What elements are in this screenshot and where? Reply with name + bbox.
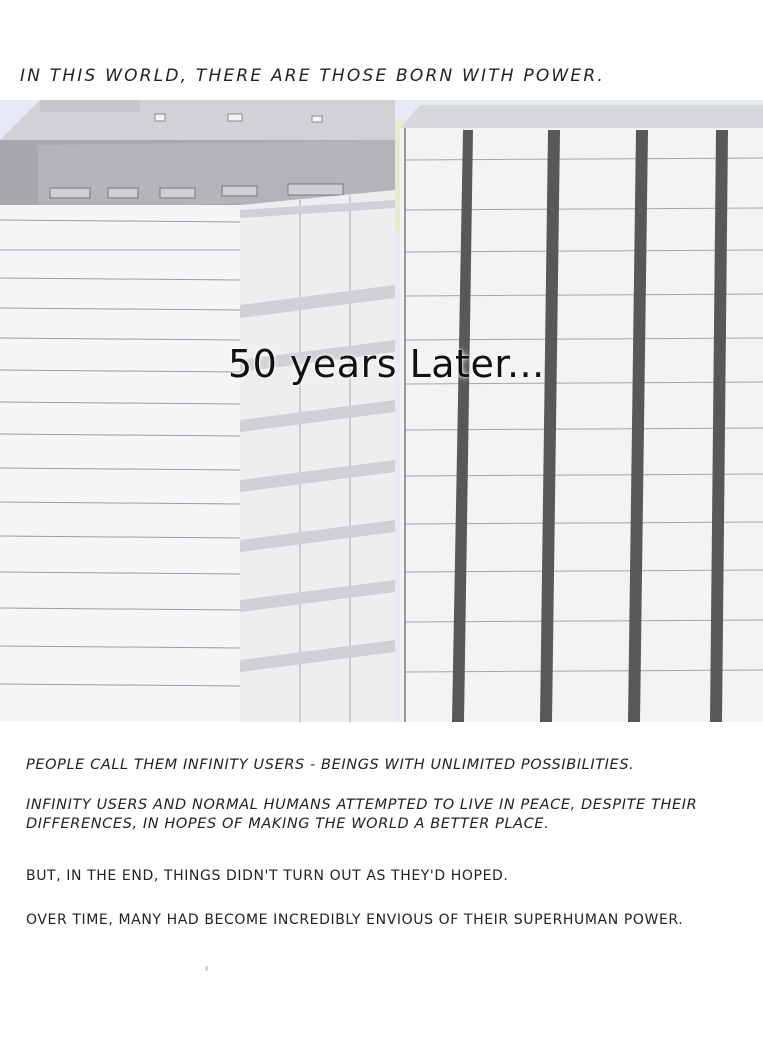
narration-line-1: PEOPLE CALL THEM INFINITY USERS - BEINGS… <box>26 757 635 773</box>
comic-panel-buildings <box>0 100 763 722</box>
time-skip-caption: 50 years Later... <box>228 342 545 386</box>
narration-line-3: BUT, IN THE END, THINGS DIDN'T TURN OUT … <box>26 868 509 884</box>
narration-line-4: OVER TIME, MANY HAD BECOME INCREDIBLY EN… <box>26 912 684 928</box>
top-caption: IN THIS WORLD, THERE ARE THOSE BORN WITH… <box>20 66 605 86</box>
narration-line-2: INFINITY USERS AND NORMAL HUMANS ATTEMPT… <box>26 797 698 832</box>
stray-mark <box>205 966 208 971</box>
right-building <box>400 105 763 722</box>
left-building <box>0 100 395 722</box>
